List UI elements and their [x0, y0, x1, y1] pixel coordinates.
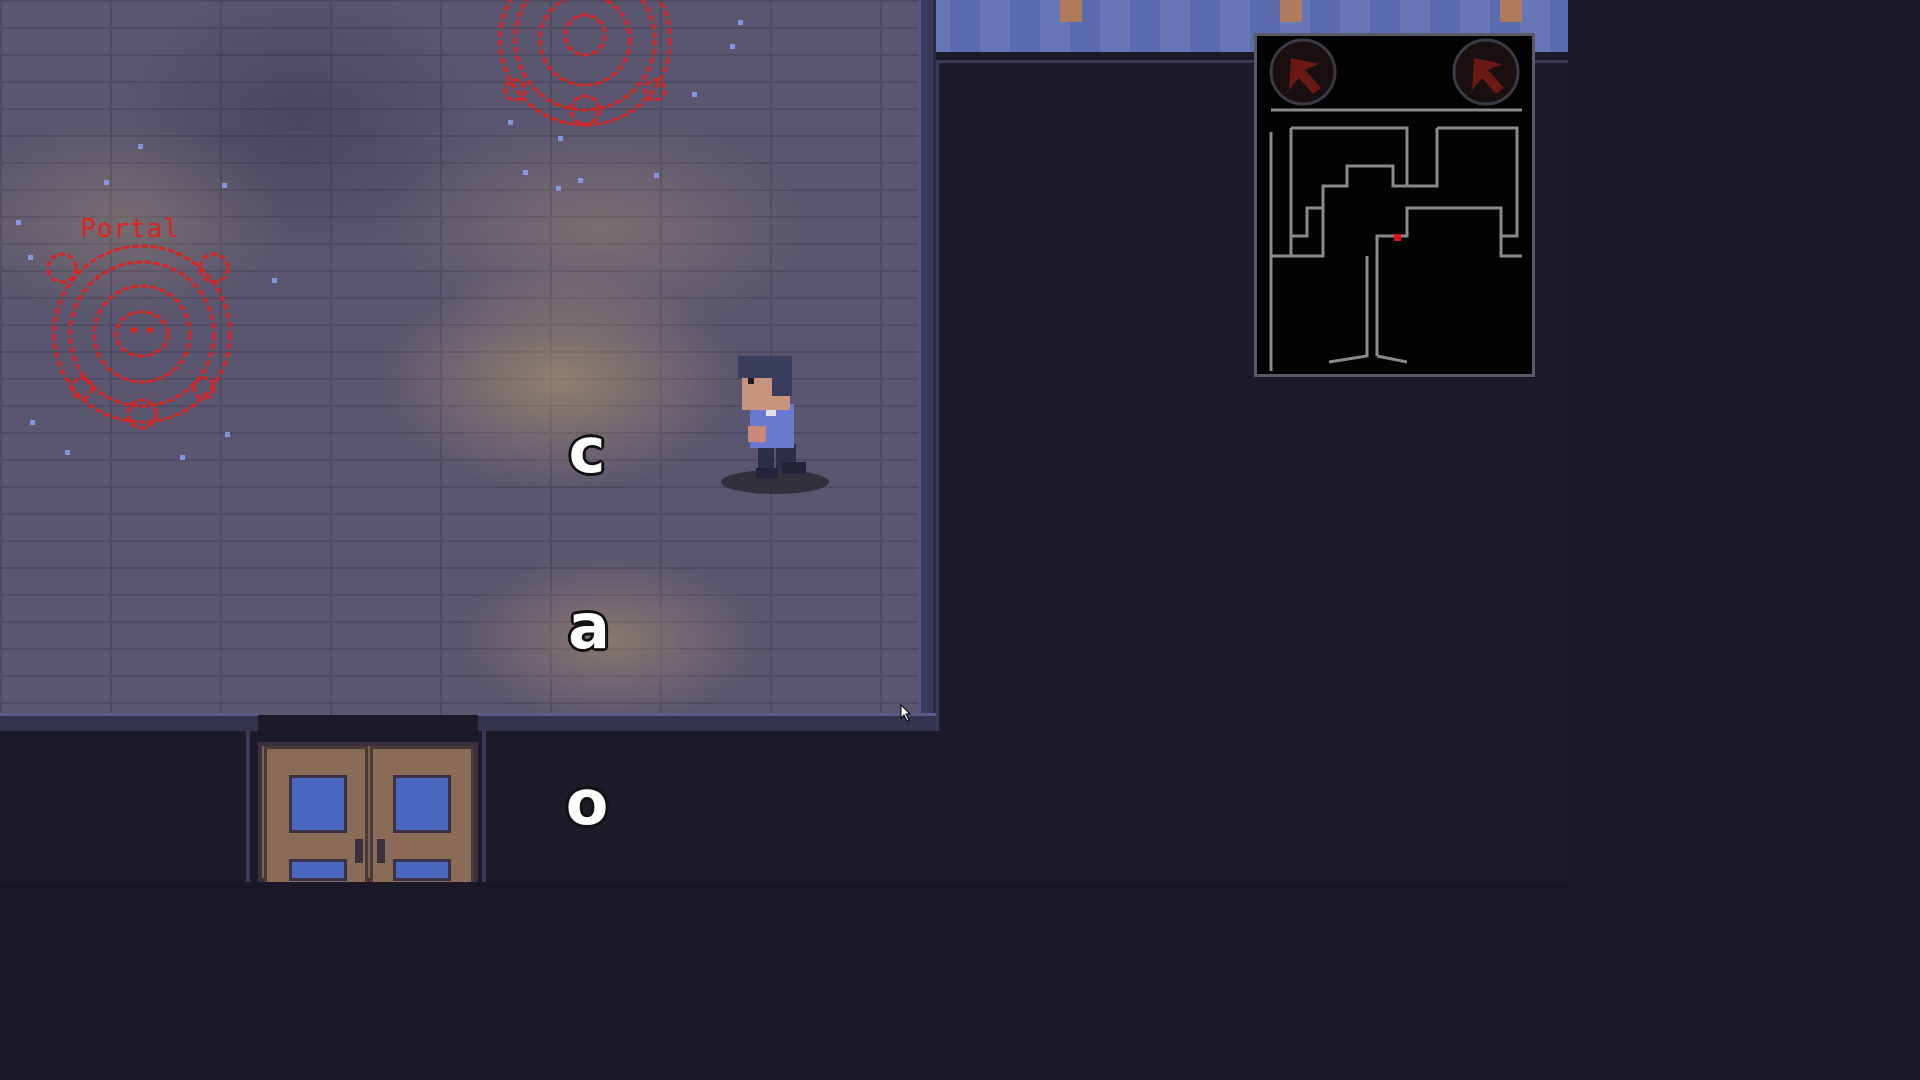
pillar	[1500, 0, 1522, 22]
door-handle	[377, 839, 385, 863]
sparkle	[222, 183, 227, 188]
compass-icon	[1269, 38, 1337, 106]
portal-circle[interactable]	[42, 238, 242, 438]
portal-circle[interactable]	[490, 0, 680, 135]
minimap	[1254, 33, 1535, 377]
double-door[interactable]	[258, 742, 478, 882]
sparkle	[16, 220, 21, 225]
key-prompt-letter: c	[568, 414, 606, 487]
player-character	[721, 356, 829, 494]
sparkle	[558, 136, 563, 141]
door-window	[289, 775, 347, 833]
sparkle	[692, 92, 697, 97]
key-prompt-letter: a	[568, 590, 610, 663]
sparkle	[730, 44, 735, 49]
sparkle	[272, 278, 277, 283]
door-window	[393, 859, 451, 881]
sparkle	[30, 420, 35, 425]
mouse-cursor-icon	[900, 704, 912, 722]
sparkle	[738, 20, 743, 25]
sparkle	[28, 255, 33, 260]
sparkle	[180, 455, 185, 460]
pillar	[1060, 0, 1082, 22]
door-window	[289, 859, 347, 881]
compass-icon	[1452, 38, 1520, 106]
door-handle	[355, 839, 363, 863]
key-prompt-letter: o	[565, 766, 609, 839]
sparkle	[138, 144, 143, 149]
dark-room	[482, 731, 1568, 882]
sparkle	[556, 186, 561, 191]
sparkle	[508, 120, 513, 125]
pillar	[1280, 0, 1302, 22]
door-window	[393, 775, 451, 833]
game-viewport[interactable]: Portal c a o	[0, 0, 1568, 882]
room-wall	[918, 0, 936, 730]
player-marker	[1394, 234, 1401, 241]
sparkle	[654, 173, 659, 178]
dark-room	[0, 731, 250, 882]
room-wall	[0, 713, 258, 731]
sparkle	[578, 178, 583, 183]
sparkle	[523, 170, 528, 175]
sparkle	[104, 180, 109, 185]
door-leaf	[264, 746, 368, 882]
sparkle	[65, 450, 70, 455]
sparkle	[225, 432, 230, 437]
room-wall	[478, 713, 936, 731]
door-leaf	[370, 746, 474, 882]
